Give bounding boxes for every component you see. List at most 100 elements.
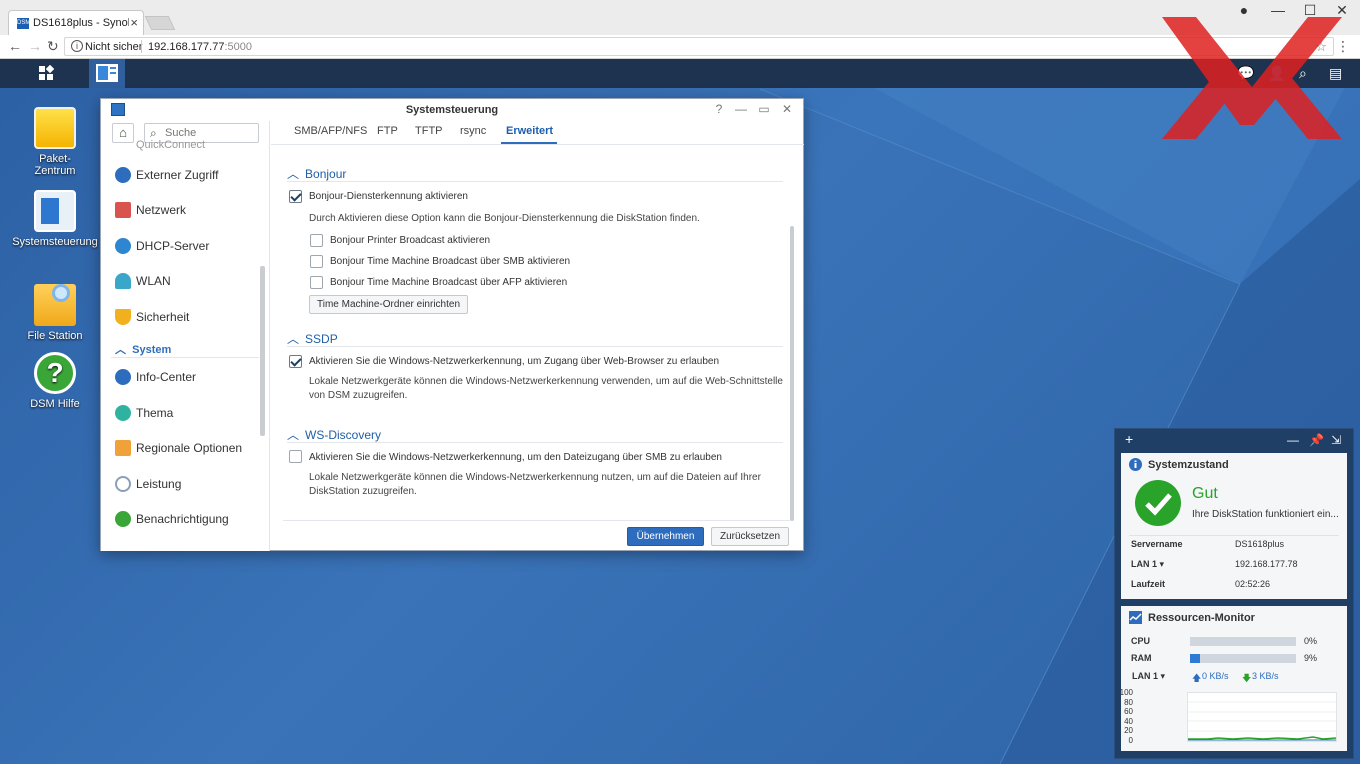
browser-tab-title: DS1618plus - Synology D [33,17,129,29]
close-icon[interactable]: ✕ [779,102,795,116]
new-tab-button[interactable] [144,16,176,30]
control-panel-window[interactable]: Systemsteuerung ? — ▭ ✕ ⌂ ⌕ QuickConnect… [100,98,804,551]
minimize-icon[interactable]: — [1262,2,1294,18]
sidebar-item-label: QuickConnect [136,139,206,151]
sidebar-item-external-access[interactable]: Externer Zugriff [115,163,260,187]
widget-panel: + — 📌 ⇲ Systemzustand Gut Ihre DiskStati… [1114,428,1354,759]
sidebar-item-theme[interactable]: Thema [115,401,260,425]
tab-rsync[interactable]: rsync [460,125,486,137]
url-field[interactable]: i Nicht sicher 192.168.177.77:5000 ☆ [64,37,1334,56]
ram-bar [1190,654,1296,663]
sidebar-section-system[interactable]: ︿ System [115,341,171,357]
external-access-icon [115,167,131,183]
help-icon[interactable]: ? [711,102,727,116]
forward-icon[interactable]: → [28,38,42,54]
browser-tab[interactable]: DSM DS1618plus - Synology D × [8,10,144,35]
lan-dropdown[interactable]: LAN 1 ▾ [1132,671,1165,682]
widget-divider [1129,535,1339,536]
sidebar-item-security[interactable]: Sicherheit [115,305,260,329]
wsd-enable-checkbox[interactable] [289,450,302,463]
servername-label: Servername [1131,539,1183,549]
desktop-icon-package-center[interactable]: Paket- Zentrum [10,107,100,177]
sidebar-item-performance[interactable]: Leistung [115,472,260,496]
sidebar-item-label: Thema [136,406,174,420]
bonjour-tm-afp-checkbox[interactable] [310,276,323,289]
bonjour-enable-label: Bonjour-Diensterkennung aktivieren [309,191,468,202]
reload-icon[interactable]: ↻ [47,38,59,55]
reset-button[interactable]: Zurücksetzen [711,527,789,546]
widget-title: Ressourcen-Monitor [1148,612,1255,624]
ssdp-enable-label: Aktivieren Sie die Windows-Netzwerkerken… [309,356,720,367]
content-scrollbar[interactable] [790,226,794,521]
apply-button[interactable]: Übernehmen [627,527,704,546]
minimize-icon[interactable]: — [733,102,749,116]
url-host: 192.168.177.77 [148,41,225,53]
taskbar-control-panel[interactable] [89,59,125,88]
sidebar-item-network[interactable]: Netzwerk [115,198,260,222]
section-divider [111,357,259,358]
y-tick: 60 [1124,707,1133,716]
dhcp-server-icon [115,238,131,254]
desktop-icon-file-station[interactable]: File Station [10,272,100,342]
tab-erweitert[interactable]: Erweitert [506,125,553,137]
address-bar: ← → ↻ i Nicht sicher 192.168.177.77:5000… [0,35,1360,59]
tab-ftp[interactable]: FTP [377,125,398,137]
file-station-icon [34,284,76,326]
info-icon[interactable]: i [71,40,83,52]
section-ssdp-header[interactable]: ︿ SSDP [287,330,338,347]
sidebar-item-regional[interactable]: Regionale Optionen [115,436,260,460]
widget-menu-icon[interactable]: ⇲ [1331,433,1341,447]
settings-content: ︿ Bonjour Bonjour-Diensterkennung aktivie… [271,145,791,515]
desktop-icon-dsm-help[interactable]: ? DSM Hilfe [10,352,100,410]
network-graph [1187,692,1337,742]
section-bonjour-header[interactable]: ︿ Bonjour [287,165,346,182]
status-ok-icon [1135,480,1181,526]
tab-smb-afp-nfs[interactable]: SMB/AFP/NFS [294,125,367,137]
url-separator [141,40,142,53]
pin-icon[interactable]: 📌 [1309,433,1324,447]
sidebar-item-label: Leistung [136,477,182,491]
sidebar: ⌂ ⌕ QuickConnect Externer Zugriff Netzwe… [101,121,270,551]
y-tick: 40 [1124,717,1133,726]
sidebar-item-label: Regionale Optionen [136,441,243,455]
watermark-logo [1162,17,1342,139]
widget-resource-monitor: Ressourcen-Monitor CPU 0% RAM 9% LAN 1 ▾… [1120,606,1347,751]
wlan-icon [115,273,131,289]
profile-icon[interactable]: ● [1228,2,1260,18]
section-divider [287,181,783,182]
sidebar-item-dhcp[interactable]: DHCP-Server [115,234,260,258]
info-center-icon [115,369,131,385]
servername-value: DS1618plus [1235,539,1285,549]
cpu-percent: 0% [1304,636,1318,646]
back-icon[interactable]: ← [8,38,22,54]
minimize-widget-icon[interactable]: — [1287,433,1299,447]
maximize-icon[interactable]: ▭ [756,102,772,116]
tab-tftp[interactable]: TFTP [415,125,443,137]
bonjour-tm-smb-checkbox[interactable] [310,255,323,268]
close-tab-icon[interactable]: × [130,15,138,30]
security-shield-icon [115,309,131,325]
package-center-icon [34,107,76,149]
desktop-icon-control-panel[interactable]: Systemsteuerung [10,190,100,248]
section-wsd-header[interactable]: ︿ WS-Discovery [287,426,381,443]
sidebar-item-notification[interactable]: Benachrichtigung [115,507,260,531]
sidebar-item-wlan[interactable]: WLAN [115,269,260,293]
sidebar-item-info-center[interactable]: Info-Center [115,365,260,389]
ssdp-enable-checkbox[interactable] [289,355,302,368]
sidebar-item-quickconnect[interactable]: QuickConnect [115,133,260,157]
uptime-label: Laufzeit [1131,579,1166,589]
desktop-icon-label: Systemsteuerung [12,236,98,248]
bonjour-enable-checkbox[interactable] [289,190,302,203]
bonjour-printer-checkbox[interactable] [310,234,323,247]
y-tick: 20 [1124,726,1133,735]
section-title: Bonjour [305,167,347,181]
main-menu-button[interactable] [28,59,64,88]
y-tick: 80 [1124,698,1133,707]
add-widget-icon[interactable]: + [1125,431,1133,447]
time-machine-setup-button[interactable]: Time Machine-Ordner einrichten [309,295,468,314]
sidebar-item-label: Netzwerk [136,203,187,217]
lan-dropdown[interactable]: LAN 1 ▾ [1131,559,1164,570]
sidebar-scrollbar[interactable] [260,266,265,436]
resource-monitor-icon [1129,611,1142,624]
url-port: :5000 [224,41,252,53]
